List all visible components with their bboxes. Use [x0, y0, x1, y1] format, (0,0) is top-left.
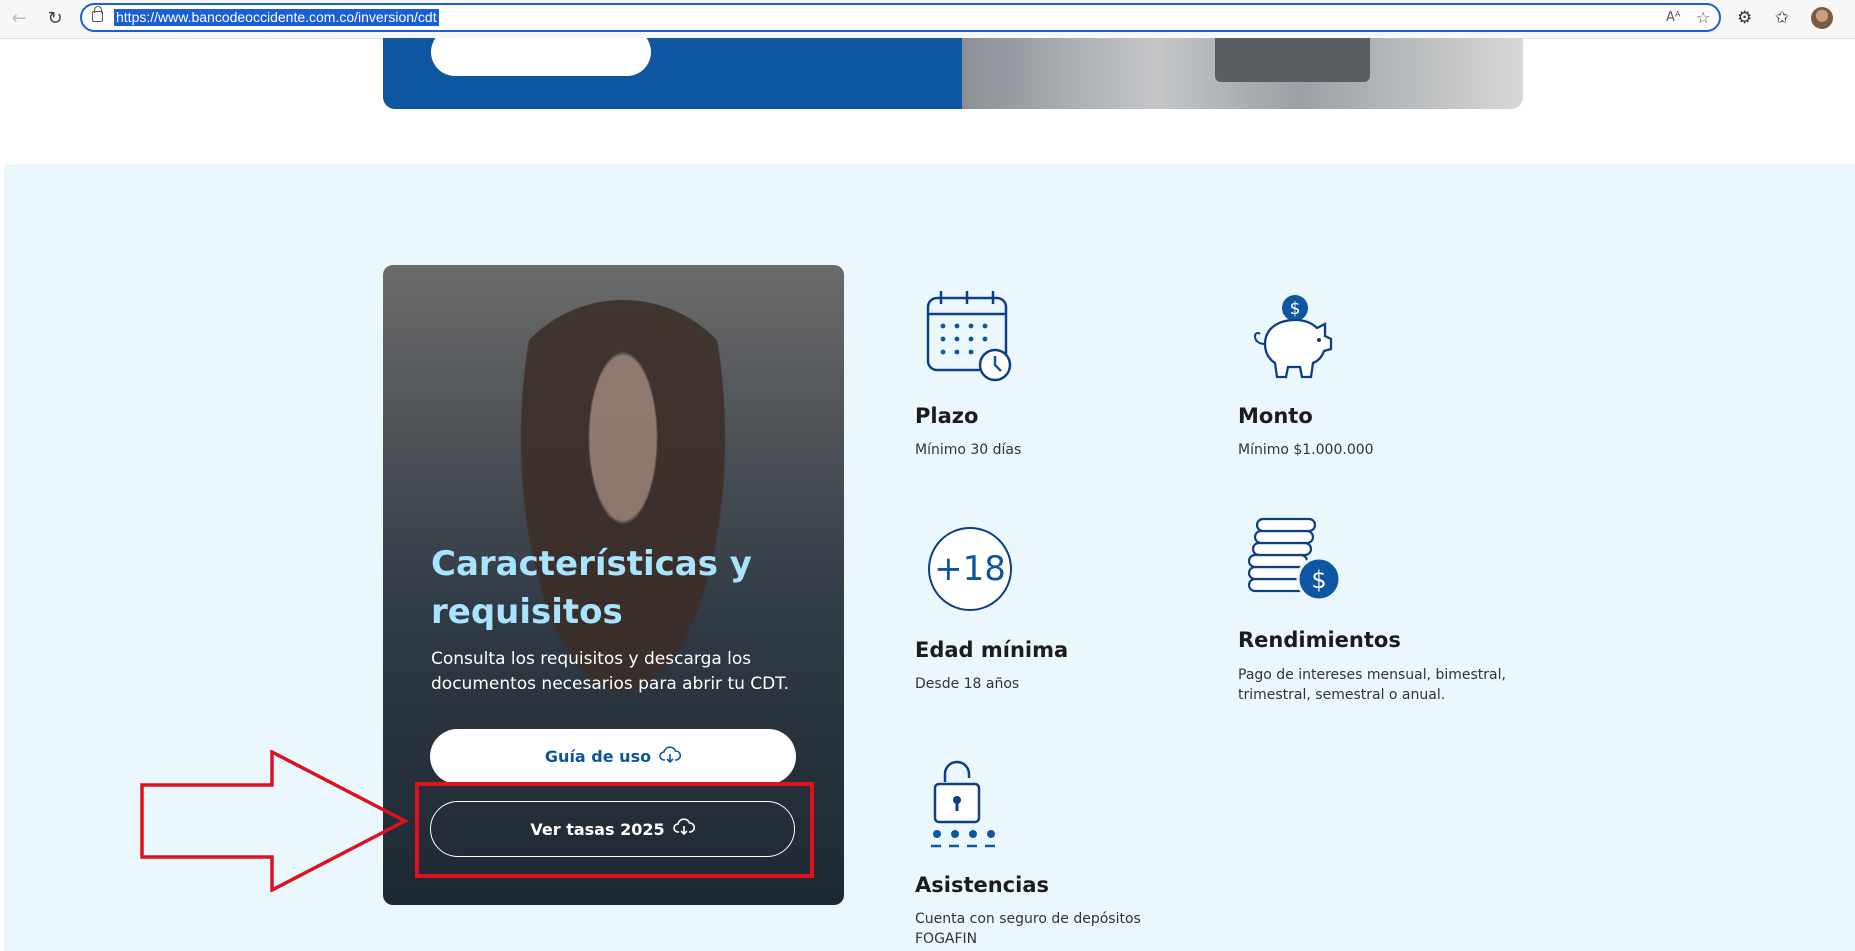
- feature-title-asistencias: Asistencias: [915, 873, 1049, 897]
- reload-icon[interactable]: ↻: [45, 9, 65, 29]
- feature-desc-edad: Desde 18 años: [915, 676, 1020, 692]
- hero-blue-panel: [383, 38, 962, 109]
- age-badge-text: +18: [934, 549, 1006, 589]
- card-description: Consulta los requisitos y descarga los d…: [431, 649, 790, 694]
- svg-text:$: $: [1311, 566, 1326, 594]
- cloud-download-icon: [659, 745, 682, 768]
- feature-desc-rendimientos: Pago de intereses mensual, bimestral, tr…: [1238, 667, 1506, 703]
- browser-toolbar: ← ↻ https://www.bancodeoccidente.com.co/…: [0, 0, 1855, 39]
- feature-desc-plazo: Mínimo 30 días: [915, 442, 1022, 458]
- piggy-bank-icon: $: [1253, 295, 1333, 379]
- address-bar[interactable]: https://www.bancodeoccidente.com.co/inve…: [80, 3, 1721, 32]
- feature-desc-asistencias: Cuenta con seguro de depósitos FOGAFIN: [915, 911, 1141, 947]
- calendar-clock-icon: [926, 291, 1012, 382]
- svg-text:$: $: [1290, 299, 1301, 319]
- highlight-box: [415, 782, 814, 878]
- guide-button[interactable]: Guía de uso: [430, 729, 796, 784]
- hero-cta-button[interactable]: [431, 38, 651, 76]
- read-aloud-icon[interactable]: Aᴬ: [1666, 10, 1681, 25]
- favorites-icon[interactable]: ✩: [1775, 8, 1789, 28]
- extensions-icon[interactable]: ⚙: [1737, 8, 1752, 28]
- feature-title-plazo: Plazo: [915, 404, 979, 428]
- hero-photo-laptop: [1215, 38, 1370, 82]
- url-text[interactable]: https://www.bancodeoccidente.com.co/inve…: [114, 9, 439, 26]
- padlock-icon: [931, 760, 1003, 848]
- card-title: Características y requisitos: [431, 544, 752, 632]
- age-18-icon: +18: [928, 527, 1012, 611]
- guide-button-label: Guía de uso: [544, 747, 652, 766]
- profile-avatar[interactable]: [1811, 7, 1833, 29]
- hero-banner: [383, 38, 1523, 109]
- back-icon[interactable]: ←: [9, 9, 29, 29]
- feature-title-monto: Monto: [1238, 404, 1313, 428]
- feature-title-edad: Edad mínima: [915, 638, 1069, 662]
- favorite-star-icon[interactable]: ☆: [1696, 8, 1710, 27]
- coins-stack-icon: $: [1247, 517, 1341, 602]
- feature-title-rendimientos: Rendimientos: [1238, 628, 1401, 652]
- pointer-arrow-icon: [140, 750, 409, 892]
- lock-icon: [92, 6, 103, 22]
- feature-desc-monto: Mínimo $1.000.000: [1238, 442, 1374, 458]
